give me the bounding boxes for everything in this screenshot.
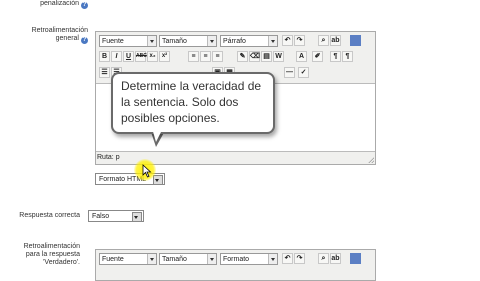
help-icon[interactable]: ? (81, 37, 88, 44)
instruction-callout: Determine la veracidad de la sentencia. … (111, 72, 275, 134)
true-feedback-editor: Fuente Tamaño Formato ↶ ↷ ⌕ ab (95, 249, 376, 281)
align-center-icon[interactable]: ≡ (200, 51, 211, 62)
search-icon[interactable]: ⌕ (318, 253, 329, 264)
strikethrough-button[interactable]: ABC (135, 51, 147, 62)
eraser-icon[interactable]: ⌫ (249, 51, 260, 62)
font-select[interactable]: Fuente (99, 253, 157, 265)
bold-button[interactable]: B (99, 51, 110, 62)
clean-icon[interactable]: ✎ (237, 51, 248, 62)
callout-tail-inner (152, 128, 163, 142)
underline-button[interactable]: U (123, 51, 134, 62)
editor-path: Ruta: p (97, 154, 120, 161)
spellcheck-icon[interactable]: ✓ (298, 67, 309, 78)
true-feedback-label: Retroalimentación para la respuesta 'Ver… (23, 243, 80, 266)
font-select[interactable]: Fuente (99, 35, 157, 47)
fullscreen-icon[interactable] (350, 253, 361, 264)
subscript-button[interactable]: x₂ (147, 51, 158, 62)
font-color-icon[interactable]: A (296, 51, 307, 62)
undo-icon[interactable]: ↶ (282, 253, 293, 264)
redo-icon[interactable]: ↷ (294, 253, 305, 264)
highlight-color-icon[interactable]: ✐ (312, 51, 323, 62)
callout-line: la sentencia. Solo dos (121, 95, 239, 109)
rtl-icon[interactable]: ¶ (342, 51, 353, 62)
general-feedback-label: Retroalimentación general? (31, 27, 88, 44)
bullet-list-icon[interactable]: ☰ (99, 67, 110, 78)
size-select[interactable]: Tamaño (159, 35, 217, 47)
paragraph-select[interactable]: Párrafo (220, 35, 278, 47)
penalty-label: penalización? (40, 0, 88, 9)
size-select[interactable]: Tamaño (159, 253, 217, 265)
callout-line: Determine la veracidad de (121, 79, 262, 93)
correct-answer-select[interactable]: Falso (88, 210, 144, 222)
replace-icon[interactable]: ab (330, 253, 341, 264)
undo-icon[interactable]: ↶ (282, 35, 293, 46)
fullscreen-icon[interactable] (350, 35, 361, 46)
search-icon[interactable]: ⌕ (318, 35, 329, 46)
resize-grip-icon[interactable] (368, 157, 374, 163)
replace-icon[interactable]: ab (330, 35, 341, 46)
paste-text-icon[interactable]: ▤ (261, 51, 272, 62)
format-select[interactable]: Formato (220, 253, 278, 265)
paste-word-icon[interactable]: W (273, 51, 284, 62)
ltr-icon[interactable]: ¶ (330, 51, 341, 62)
superscript-button[interactable]: x² (159, 51, 170, 62)
align-left-icon[interactable]: ≡ (188, 51, 199, 62)
italic-button[interactable]: I (111, 51, 122, 62)
correct-answer-label: Respuesta correcta (19, 212, 80, 219)
redo-icon[interactable]: ↷ (294, 35, 305, 46)
mouse-pointer-icon (142, 164, 152, 178)
horizontal-rule-icon[interactable]: — (284, 67, 295, 78)
callout-line: posibles opciones. (121, 111, 220, 125)
align-right-icon[interactable]: ≡ (212, 51, 223, 62)
help-icon[interactable]: ? (81, 2, 88, 9)
